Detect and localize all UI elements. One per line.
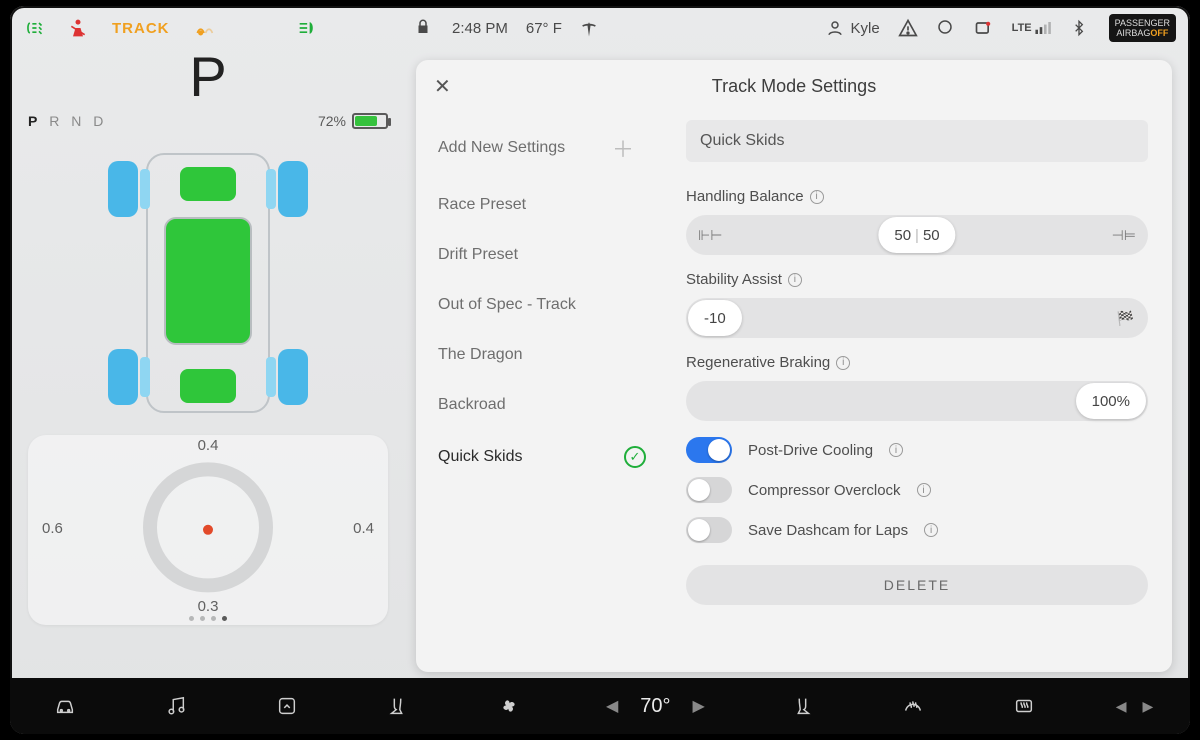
preset-name-input[interactable]: [686, 120, 1148, 162]
save-dashcam-label: Save Dashcam for Laps: [748, 522, 908, 539]
app-launcher-icon[interactable]: [273, 694, 301, 718]
fog-light-icon: [24, 18, 44, 38]
music-app-icon[interactable]: [162, 694, 190, 718]
traction-control-icon: [194, 18, 214, 38]
seatbelt-warning-icon: [68, 18, 88, 38]
cabin-temp-control: ◀ 70° ▶: [606, 695, 705, 718]
car-app-icon[interactable]: [51, 694, 79, 718]
save-dashcam-toggle[interactable]: [686, 517, 732, 543]
track-mode-settings-card: ✕ Track Mode Settings Add New Settings＋ …: [416, 60, 1172, 672]
preset-dragon[interactable]: The Dragon: [416, 330, 656, 380]
fan-icon[interactable]: [495, 694, 523, 718]
gear-indicator: P: [28, 44, 388, 109]
defrost-rear-icon[interactable]: [1010, 694, 1038, 718]
profile-name: Kyle: [850, 20, 879, 37]
regen-braking-label: Regenerative Brakingi: [686, 354, 1148, 371]
close-button[interactable]: ✕: [434, 74, 451, 99]
temp-down-button[interactable]: ◀: [606, 696, 618, 716]
high-beam-icon: [298, 18, 318, 38]
clock: 2:48 PM: [452, 20, 508, 37]
preset-drift[interactable]: Drift Preset: [416, 230, 656, 280]
check-circle-icon: ✓: [624, 446, 646, 468]
battery-pack-icon: [164, 217, 252, 345]
cabin-temp: 70°: [640, 695, 670, 718]
track-mode-label: TRACK: [112, 20, 170, 37]
bottom-dock: ◀ 70° ▶ ◀ ▶: [10, 678, 1190, 734]
rear-motor-icon: [180, 369, 236, 403]
stability-assist-label: Stability Assisti: [686, 271, 1148, 288]
g-value-left: 0.6: [42, 520, 63, 537]
outside-temperature: 67° F: [526, 20, 562, 37]
handling-balance-slider[interactable]: ⊩⊢ 50|50 ⊣⊨: [686, 215, 1148, 255]
battery-status: 72%: [318, 113, 388, 129]
wheel-front-right: [278, 161, 308, 217]
tesla-logo-icon: [580, 18, 600, 38]
battery-icon: [352, 113, 388, 129]
left-seat-heat-icon[interactable]: [384, 694, 412, 718]
preset-out-of-spec[interactable]: Out of Spec - Track: [416, 280, 656, 330]
info-icon[interactable]: i: [889, 443, 903, 457]
bluetooth-icon[interactable]: [1071, 18, 1091, 38]
info-icon[interactable]: i: [788, 273, 802, 287]
handling-balance-label: Handling Balancei: [686, 188, 1148, 205]
volume-icon[interactable]: ◀ ▶: [1120, 694, 1148, 718]
plus-icon: ＋: [612, 132, 634, 164]
wheel-front-left: [108, 161, 138, 217]
cell-signal: LTE: [1012, 22, 1053, 34]
right-seat-heat-icon[interactable]: [788, 694, 816, 718]
front-motor-icon: [180, 167, 236, 201]
g-value-bottom: 0.3: [198, 598, 219, 615]
g-meter-dot: [203, 525, 213, 535]
temp-up-button[interactable]: ▶: [693, 696, 705, 716]
defrost-front-icon[interactable]: [899, 694, 927, 718]
checkered-flag-icon: 🏁: [1117, 310, 1134, 327]
dashcam-icon[interactable]: [974, 18, 994, 38]
info-icon[interactable]: i: [917, 483, 931, 497]
front-axle-icon: ⊩⊢: [698, 227, 722, 244]
delete-preset-button[interactable]: DELETE: [686, 565, 1148, 605]
info-icon[interactable]: i: [836, 356, 850, 370]
profile-button[interactable]: Kyle: [826, 19, 879, 37]
wheel-rear-right: [278, 349, 308, 405]
gear-selector-row: P R N D: [28, 113, 111, 129]
stability-assist-slider[interactable]: -10 🏁: [686, 298, 1148, 338]
preset-quick-skids[interactable]: Quick Skids ✓: [416, 430, 656, 484]
preset-race[interactable]: Race Preset: [416, 180, 656, 230]
g-value-right: 0.4: [353, 520, 374, 537]
compressor-overclock-toggle[interactable]: [686, 477, 732, 503]
g-meter[interactable]: 0.4 0.6 0.4 0.3: [28, 435, 388, 625]
stability-thumb[interactable]: -10: [688, 300, 742, 336]
page-dots[interactable]: [189, 616, 227, 621]
add-new-preset[interactable]: Add New Settings＋: [416, 116, 656, 180]
regen-braking-slider[interactable]: 100%: [686, 381, 1148, 421]
post-drive-cooling-label: Post-Drive Cooling: [748, 442, 873, 459]
regen-thumb[interactable]: 100%: [1076, 383, 1146, 419]
compressor-overclock-label: Compressor Overclock: [748, 482, 901, 499]
vehicle-thermal-diagram[interactable]: [108, 143, 308, 423]
sentry-record-icon[interactable]: [936, 18, 956, 38]
preset-list: Add New Settings＋ Race Preset Drift Pres…: [416, 112, 656, 672]
lock-icon[interactable]: [414, 18, 434, 38]
preset-backroad[interactable]: Backroad: [416, 380, 656, 430]
passenger-airbag-badge: PASSENGER AIRBAGOFF: [1109, 14, 1176, 42]
instrument-cluster: P P R N D 72%: [10, 50, 406, 678]
rear-axle-icon: ⊣⊨: [1112, 227, 1136, 244]
info-icon[interactable]: i: [810, 190, 824, 204]
info-icon[interactable]: i: [924, 523, 938, 537]
handling-thumb[interactable]: 50|50: [878, 217, 955, 253]
warning-triangle-icon[interactable]: [898, 18, 918, 38]
g-value-top: 0.4: [198, 437, 219, 454]
wheel-rear-left: [108, 349, 138, 405]
card-title: Track Mode Settings: [712, 76, 876, 97]
post-drive-cooling-toggle[interactable]: [686, 437, 732, 463]
